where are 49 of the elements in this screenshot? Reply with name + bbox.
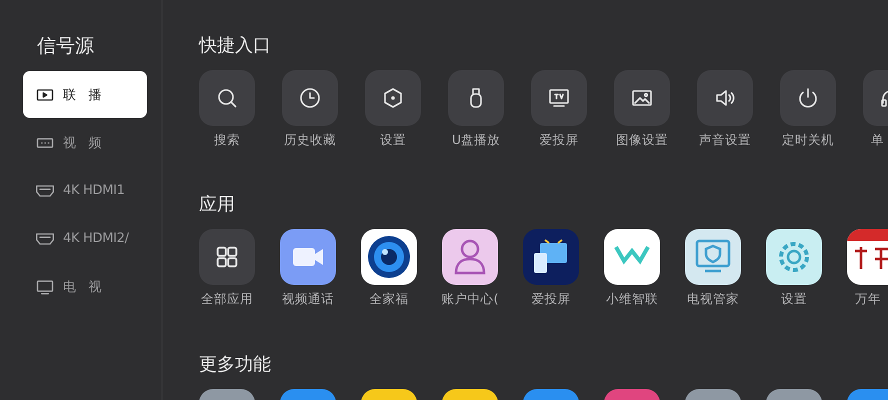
app-label: 视频通话 [282, 291, 334, 307]
source-item[interactable]: 视 频 [23, 119, 147, 166]
shortcut-label: 设置 [380, 132, 406, 148]
source-item[interactable]: 4K HDMI2/ [23, 215, 147, 262]
section-title: 快捷入口 [199, 34, 271, 58]
w-logo-app-icon[interactable] [604, 229, 660, 285]
app-label: 全部应用 [201, 291, 253, 307]
app-label: 全家福 [370, 291, 408, 307]
power-icon [796, 86, 820, 110]
source-item[interactable]: 4K HDMI1 [23, 167, 147, 214]
app-label: 账户中心( [442, 291, 498, 307]
app-label: 设置 [781, 291, 807, 307]
shortcut-label: 历史收藏 [284, 132, 336, 148]
shortcut-tile[interactable] [780, 70, 836, 126]
app-label: 爱投屏 [532, 291, 570, 307]
clock-icon [298, 86, 322, 110]
source-item[interactable]: 联 播 [23, 71, 147, 118]
app-label: 电视管家 [687, 291, 739, 307]
shortcut-label: 爱投屏 [540, 132, 578, 148]
shortcut-tile[interactable] [365, 70, 421, 126]
shortcut-tile[interactable] [199, 70, 255, 126]
camera-lens-app-icon[interactable] [361, 229, 417, 285]
shortcut-label: 图像设置 [616, 132, 668, 148]
shortcut-tile[interactable] [282, 70, 338, 126]
shortcut-label: 声音设置 [699, 132, 751, 148]
source-item[interactable]: 电 视 [23, 263, 147, 310]
person-app-icon[interactable] [442, 229, 498, 285]
shortcut-tile[interactable] [697, 70, 753, 126]
screens-app-icon[interactable] [523, 229, 579, 285]
shortcut-tile[interactable] [448, 70, 504, 126]
tv-icon [547, 86, 571, 110]
all-apps-tile[interactable] [199, 229, 255, 285]
shortcut-label: 定时关机 [782, 132, 834, 148]
shortcut-label: U盘播放 [452, 132, 500, 148]
shortcut-tile[interactable] [531, 70, 587, 126]
gear-app-icon[interactable] [766, 229, 822, 285]
shield-monitor-app-icon[interactable] [685, 229, 741, 285]
app-label: 小维智联 [606, 291, 658, 307]
shortcut-label: 搜索 [214, 132, 240, 148]
section-title: 更多功能 [199, 353, 271, 377]
calendar-app-icon[interactable] [847, 229, 888, 285]
sidebar-title: 信号源 [37, 34, 94, 59]
shortcut-label: 单 [871, 132, 884, 148]
video-camera-app-icon[interactable] [280, 229, 336, 285]
hexagon-icon [381, 86, 405, 110]
search-icon [215, 86, 239, 110]
app-label: 万年 [855, 291, 881, 307]
section-title: 应用 [199, 193, 235, 217]
shortcut-tile[interactable] [614, 70, 670, 126]
